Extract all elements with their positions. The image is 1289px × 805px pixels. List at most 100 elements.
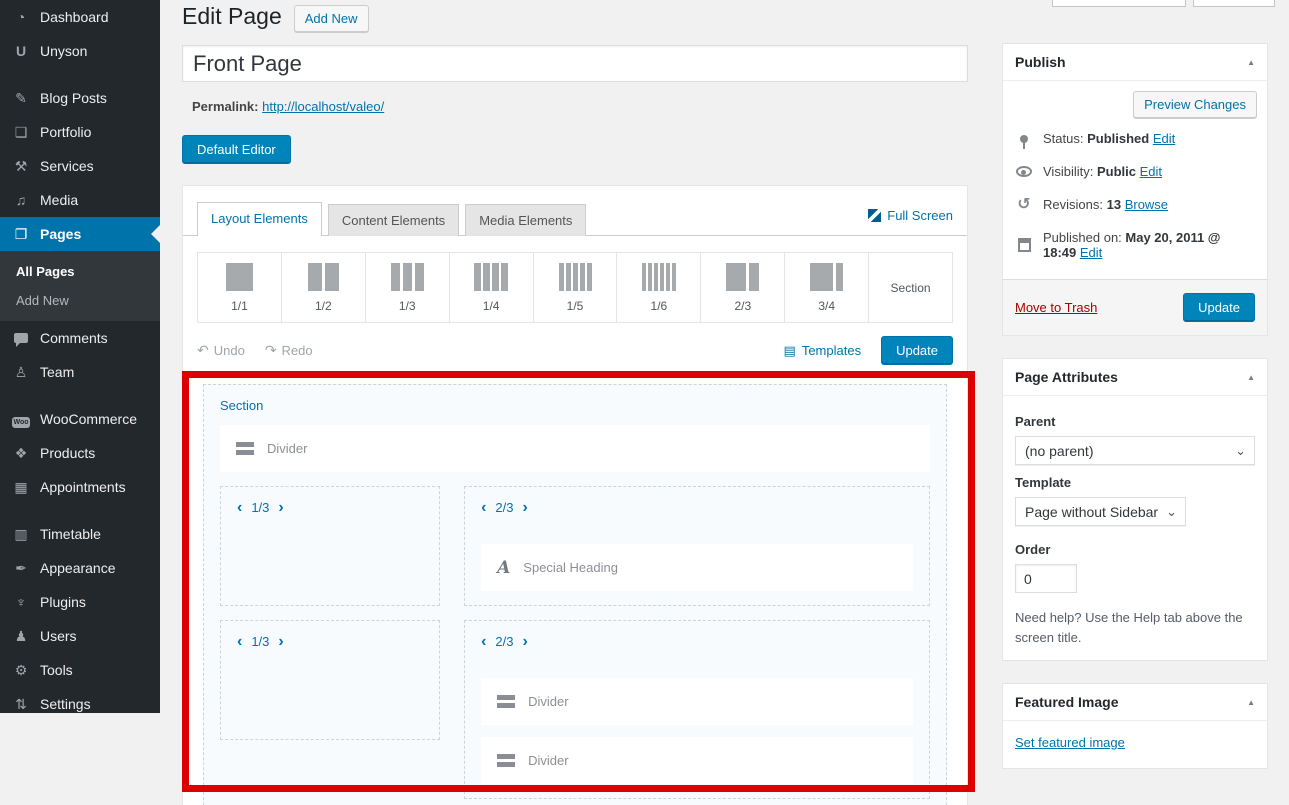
sidebar-item-plugins[interactable]: ♆Plugins: [0, 585, 160, 619]
layout-element-1-6[interactable]: 1/6: [617, 253, 701, 322]
sidebar-item-products[interactable]: ❖Products: [0, 436, 160, 470]
sidebar-item-label: Unyson: [40, 42, 87, 60]
help-tab-partial[interactable]: [1193, 0, 1275, 7]
chevron-down-icon: ⌄: [1166, 504, 1177, 520]
sidebar-item-tools[interactable]: ⚙Tools: [0, 653, 160, 687]
set-featured-image-link[interactable]: Set featured image: [1015, 735, 1125, 750]
sidebar-item-label: Users: [40, 627, 77, 645]
submenu-item-add-new[interactable]: Add New: [0, 286, 160, 315]
layout-element-1-4[interactable]: 1/4: [450, 253, 534, 322]
sidebar-item-timetable[interactable]: ▥Timetable: [0, 517, 160, 551]
tab-content-elements[interactable]: Content Elements: [328, 204, 459, 236]
order-input[interactable]: [1015, 564, 1077, 593]
media-icon: ♫: [10, 191, 32, 209]
collapse-icon[interactable]: ▲: [1247, 373, 1255, 382]
move-right-icon[interactable]: ›: [523, 503, 528, 513]
browse-revisions-link[interactable]: Browse: [1125, 197, 1168, 212]
fullscreen-link[interactable]: Full Screen: [868, 208, 953, 235]
sidebar-item-woocommerce[interactable]: WooWooCommerce: [0, 402, 160, 436]
screen-options-tab-partial[interactable]: [1052, 0, 1186, 7]
column-size-label: 1/3: [251, 500, 269, 515]
layout-element-section[interactable]: Section: [869, 253, 952, 322]
update-button[interactable]: Update: [1183, 293, 1255, 322]
move-right-icon[interactable]: ›: [278, 637, 283, 647]
publish-panel-header[interactable]: Publish ▲: [1003, 44, 1267, 81]
permalink-link[interactable]: http://localhost/valeo/: [262, 99, 384, 114]
column-one-third[interactable]: ‹ 1/3 ›: [220, 486, 440, 606]
divider-icon: [497, 695, 515, 708]
layout-element-1-5[interactable]: 1/5: [534, 253, 618, 322]
hammer-icon: ⚒: [10, 157, 32, 175]
move-left-icon[interactable]: ‹: [481, 637, 486, 647]
submenu-item-all-pages[interactable]: All Pages: [0, 257, 160, 286]
status-pin-icon: [1020, 135, 1028, 143]
page-attributes-panel: Page Attributes ▲ Parent (no parent) ⌄ T…: [1002, 358, 1268, 661]
post-title-input[interactable]: [182, 45, 968, 82]
menu-separator: [0, 68, 160, 81]
move-right-icon[interactable]: ›: [278, 503, 283, 513]
section-container[interactable]: Section Divider ‹ 1/3 ›: [203, 384, 947, 805]
sidebar-item-pages[interactable]: ❐Pages: [0, 217, 160, 251]
sidebar-item-media[interactable]: ♫Media: [0, 183, 160, 217]
sidebar-item-unyson[interactable]: UUnyson: [0, 34, 160, 68]
column-two-thirds[interactable]: ‹ 2/3 › A Special Heading: [464, 486, 930, 606]
sidebar-item-label: Comments: [40, 329, 108, 347]
revisions-row: ↺ Revisions: 13 Browse: [1003, 188, 1267, 221]
menu-separator: [0, 389, 160, 402]
sidebar-item-portfolio[interactable]: ❏Portfolio: [0, 115, 160, 149]
divider-widget[interactable]: Divider: [481, 737, 913, 784]
undo-button[interactable]: ↶Undo: [197, 342, 245, 359]
template-label: Template: [1015, 475, 1255, 490]
sidebar-item-settings[interactable]: ⇅Settings: [0, 687, 160, 721]
column-two-thirds[interactable]: ‹ 2/3 › Divider Divider: [464, 620, 930, 799]
sidebar-item-users[interactable]: ♟Users: [0, 619, 160, 653]
column-size-label: 2/3: [495, 634, 513, 649]
layout-element-1-1[interactable]: 1/1: [198, 253, 282, 322]
divider-widget[interactable]: Divider: [481, 678, 913, 725]
page-builder-box: Layout Elements Content Elements Media E…: [182, 185, 968, 805]
template-select[interactable]: Page without Sidebar ⌄: [1015, 497, 1186, 526]
sidebar-item-appearance[interactable]: ✒Appearance: [0, 551, 160, 585]
move-left-icon[interactable]: ‹: [237, 637, 242, 647]
column-one-third[interactable]: ‹ 1/3 ›: [220, 620, 440, 740]
page-attributes-panel-header[interactable]: Page Attributes ▲: [1003, 359, 1267, 396]
sidebar-item-team[interactable]: ♙Team: [0, 355, 160, 389]
divider-widget[interactable]: Divider: [220, 425, 930, 472]
redo-button[interactable]: ↷Redo: [265, 342, 313, 359]
edit-date-link[interactable]: Edit: [1080, 245, 1102, 260]
sidebar-item-dashboard[interactable]: ◔Dashboard: [0, 0, 160, 34]
edit-status-link[interactable]: Edit: [1153, 131, 1175, 146]
layout-element-1-2[interactable]: 1/2: [282, 253, 366, 322]
revisions-icon: ↺: [1015, 198, 1033, 212]
layout-element-1-3[interactable]: 1/3: [366, 253, 450, 322]
permalink-label: Permalink:: [192, 99, 258, 114]
preview-changes-button[interactable]: Preview Changes: [1133, 91, 1257, 118]
move-left-icon[interactable]: ‹: [481, 503, 486, 513]
special-heading-widget[interactable]: A Special Heading: [481, 544, 913, 591]
pages-submenu: All Pages Add New: [0, 251, 160, 321]
templates-link[interactable]: ▤Templates: [784, 343, 862, 359]
move-left-icon[interactable]: ‹: [237, 503, 242, 513]
tab-media-elements[interactable]: Media Elements: [465, 204, 586, 236]
sidebar-item-blog-posts[interactable]: ✎Blog Posts: [0, 81, 160, 115]
parent-select[interactable]: (no parent) ⌄: [1015, 436, 1255, 465]
add-new-page-button[interactable]: Add New: [294, 5, 369, 32]
layout-element-3-4[interactable]: 3/4: [785, 253, 869, 322]
update-button-toolbar[interactable]: Update: [881, 336, 953, 365]
move-to-trash-link[interactable]: Move to Trash: [1015, 300, 1097, 315]
tab-layout-elements[interactable]: Layout Elements: [197, 202, 322, 236]
collapse-icon[interactable]: ▲: [1247, 698, 1255, 707]
columns-1-1-icon: [226, 263, 253, 291]
default-editor-button[interactable]: Default Editor: [182, 135, 291, 164]
layout-element-2-3[interactable]: 2/3: [701, 253, 785, 322]
page-title: Edit Page: [182, 2, 282, 31]
edit-visibility-link[interactable]: Edit: [1140, 164, 1162, 179]
featured-image-panel-header[interactable]: Featured Image ▲: [1003, 684, 1267, 721]
move-right-icon[interactable]: ›: [523, 637, 528, 647]
columns-row-2: ‹ 1/3 › ‹ 2/3 › Divider: [220, 620, 930, 799]
sidebar-item-services[interactable]: ⚒Services: [0, 149, 160, 183]
sidebar-item-appointments[interactable]: ▦Appointments: [0, 470, 160, 504]
collapse-icon[interactable]: ▲: [1247, 58, 1255, 67]
cube-icon: ❖: [10, 444, 32, 462]
sidebar-item-comments[interactable]: Comments: [0, 321, 160, 355]
